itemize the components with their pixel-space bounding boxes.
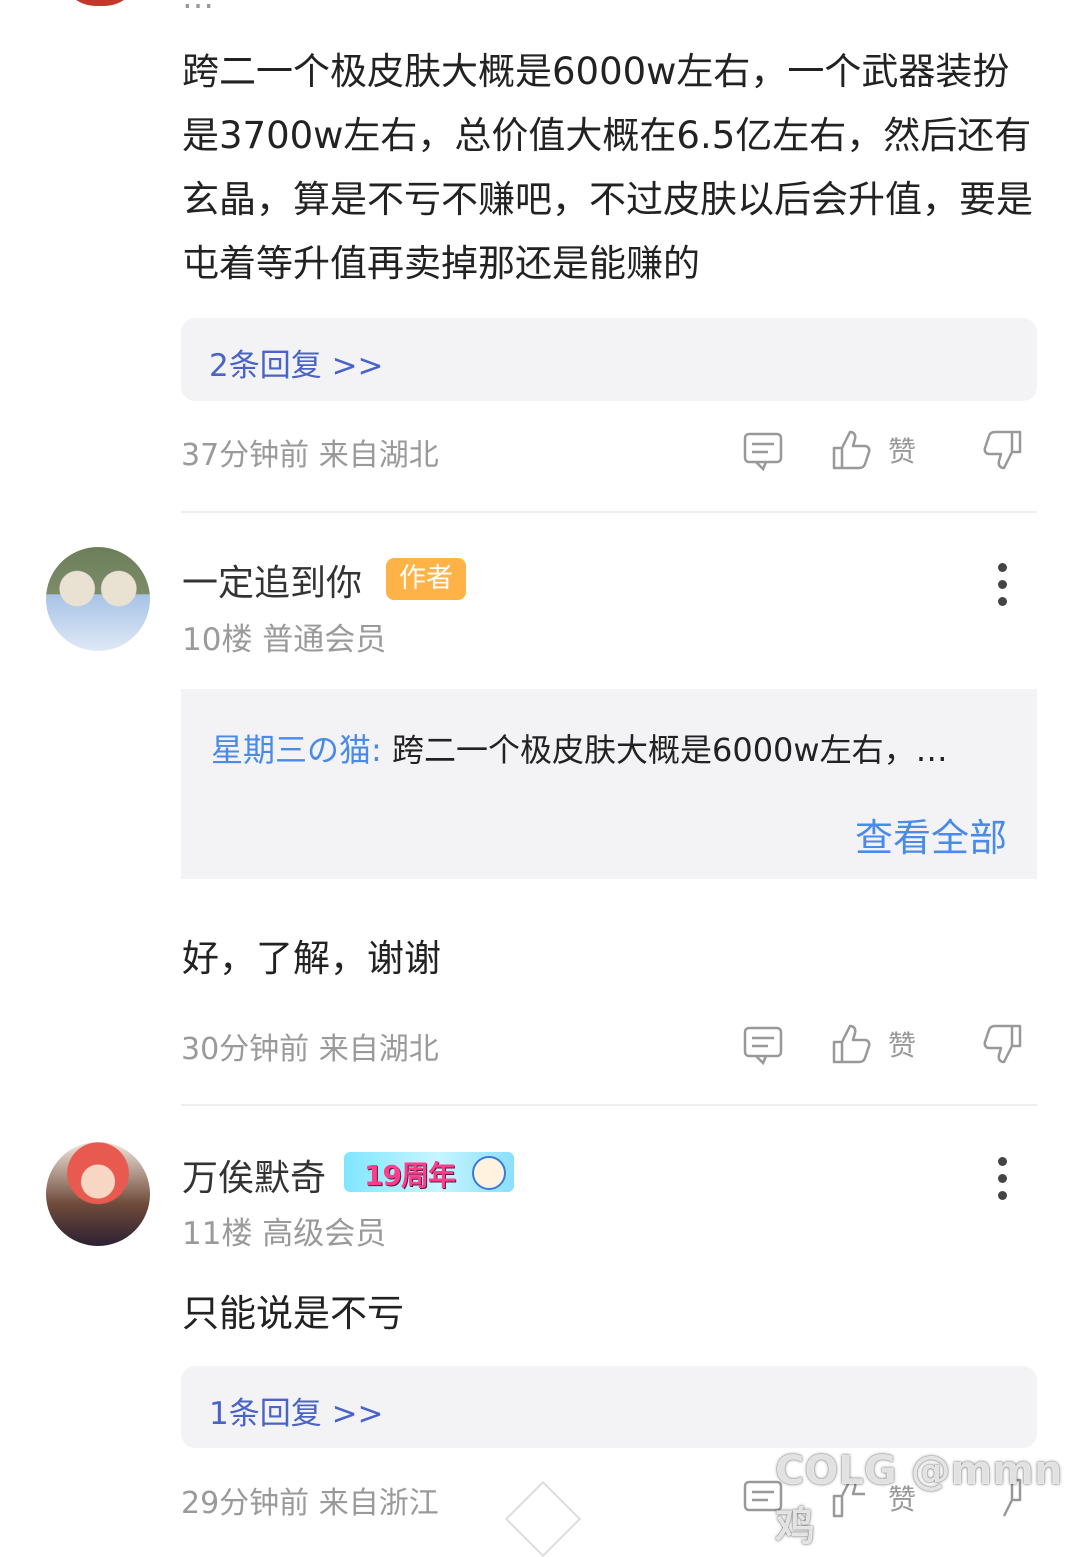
- avatar[interactable]: [60, 0, 140, 6]
- username[interactable]: …: [182, 0, 214, 16]
- comment-meta: 29分钟前 来自浙江: [181, 1486, 439, 1521]
- divider: [181, 1104, 1037, 1106]
- divider: [181, 511, 1037, 513]
- replies-box[interactable]: 1条回复 >>: [181, 1366, 1037, 1448]
- like-label: 赞: [888, 1029, 917, 1062]
- comment-button[interactable]: [742, 1024, 784, 1070]
- view-all-link[interactable]: 查看全部: [855, 807, 1007, 862]
- avatar[interactable]: [46, 1142, 150, 1246]
- floor-info: 11楼 高级会员: [182, 1216, 387, 1252]
- replies-box[interactable]: 2条回复 >>: [181, 318, 1037, 401]
- like-label: 赞: [888, 435, 917, 468]
- thumb-up-icon: [832, 1024, 871, 1064]
- comment-button[interactable]: [742, 430, 784, 476]
- comment-body: 只能说是不亏: [182, 1292, 404, 1335]
- more-vertical-icon: [990, 1157, 1014, 1200]
- comment-body: 跨二一个极皮肤大概是6000w左右，一个武器装扮是3700w左右，总价值大概在6…: [182, 50, 1033, 285]
- mascot-icon: [472, 1156, 506, 1190]
- anniversary-badge: 19周年: [344, 1152, 514, 1192]
- username[interactable]: 万俟默奇: [182, 1149, 326, 1201]
- avatar[interactable]: [46, 547, 150, 651]
- replies-link[interactable]: 1条回复 >>: [209, 1388, 384, 1433]
- comment-meta: 37分钟前 来自湖北: [181, 438, 439, 473]
- scroll-top-button[interactable]: [504, 1480, 582, 1557]
- more-button[interactable]: [990, 1157, 1014, 1208]
- anniversary-badge-text: 19周年: [364, 1159, 456, 1192]
- like-button[interactable]: 赞: [830, 1020, 930, 1066]
- comment-icon: [743, 432, 783, 472]
- quote-text: 跨二一个极皮肤大概是6000w左右，…: [381, 731, 948, 769]
- thumb-up-icon: [832, 430, 871, 470]
- quoted-reply[interactable]: 星期三の猫: 跨二一个极皮肤大概是6000w左右，… 查看全部: [181, 689, 1037, 879]
- thumb-down-icon: [983, 430, 1022, 470]
- username[interactable]: 一定追到你: [182, 554, 362, 606]
- comment-meta: 30分钟前 来自湖北: [181, 1032, 439, 1067]
- comment-body: 好，了解，谢谢: [182, 937, 441, 980]
- quote-username[interactable]: 星期三の猫:: [211, 731, 382, 769]
- dislike-button[interactable]: [980, 1022, 1024, 1070]
- thumb-down-icon: [983, 1024, 1022, 1064]
- comment-icon: [743, 1026, 783, 1066]
- watermark: COLG @mmn鸡: [775, 1448, 1063, 1550]
- author-badge: 作者: [386, 558, 466, 600]
- more-vertical-icon: [990, 563, 1014, 606]
- like-button[interactable]: 赞: [830, 426, 930, 472]
- dislike-button[interactable]: [980, 428, 1024, 476]
- more-button[interactable]: [990, 563, 1014, 614]
- floor-info: 10楼 普通会员: [182, 622, 387, 658]
- replies-link[interactable]: 2条回复 >>: [209, 340, 384, 385]
